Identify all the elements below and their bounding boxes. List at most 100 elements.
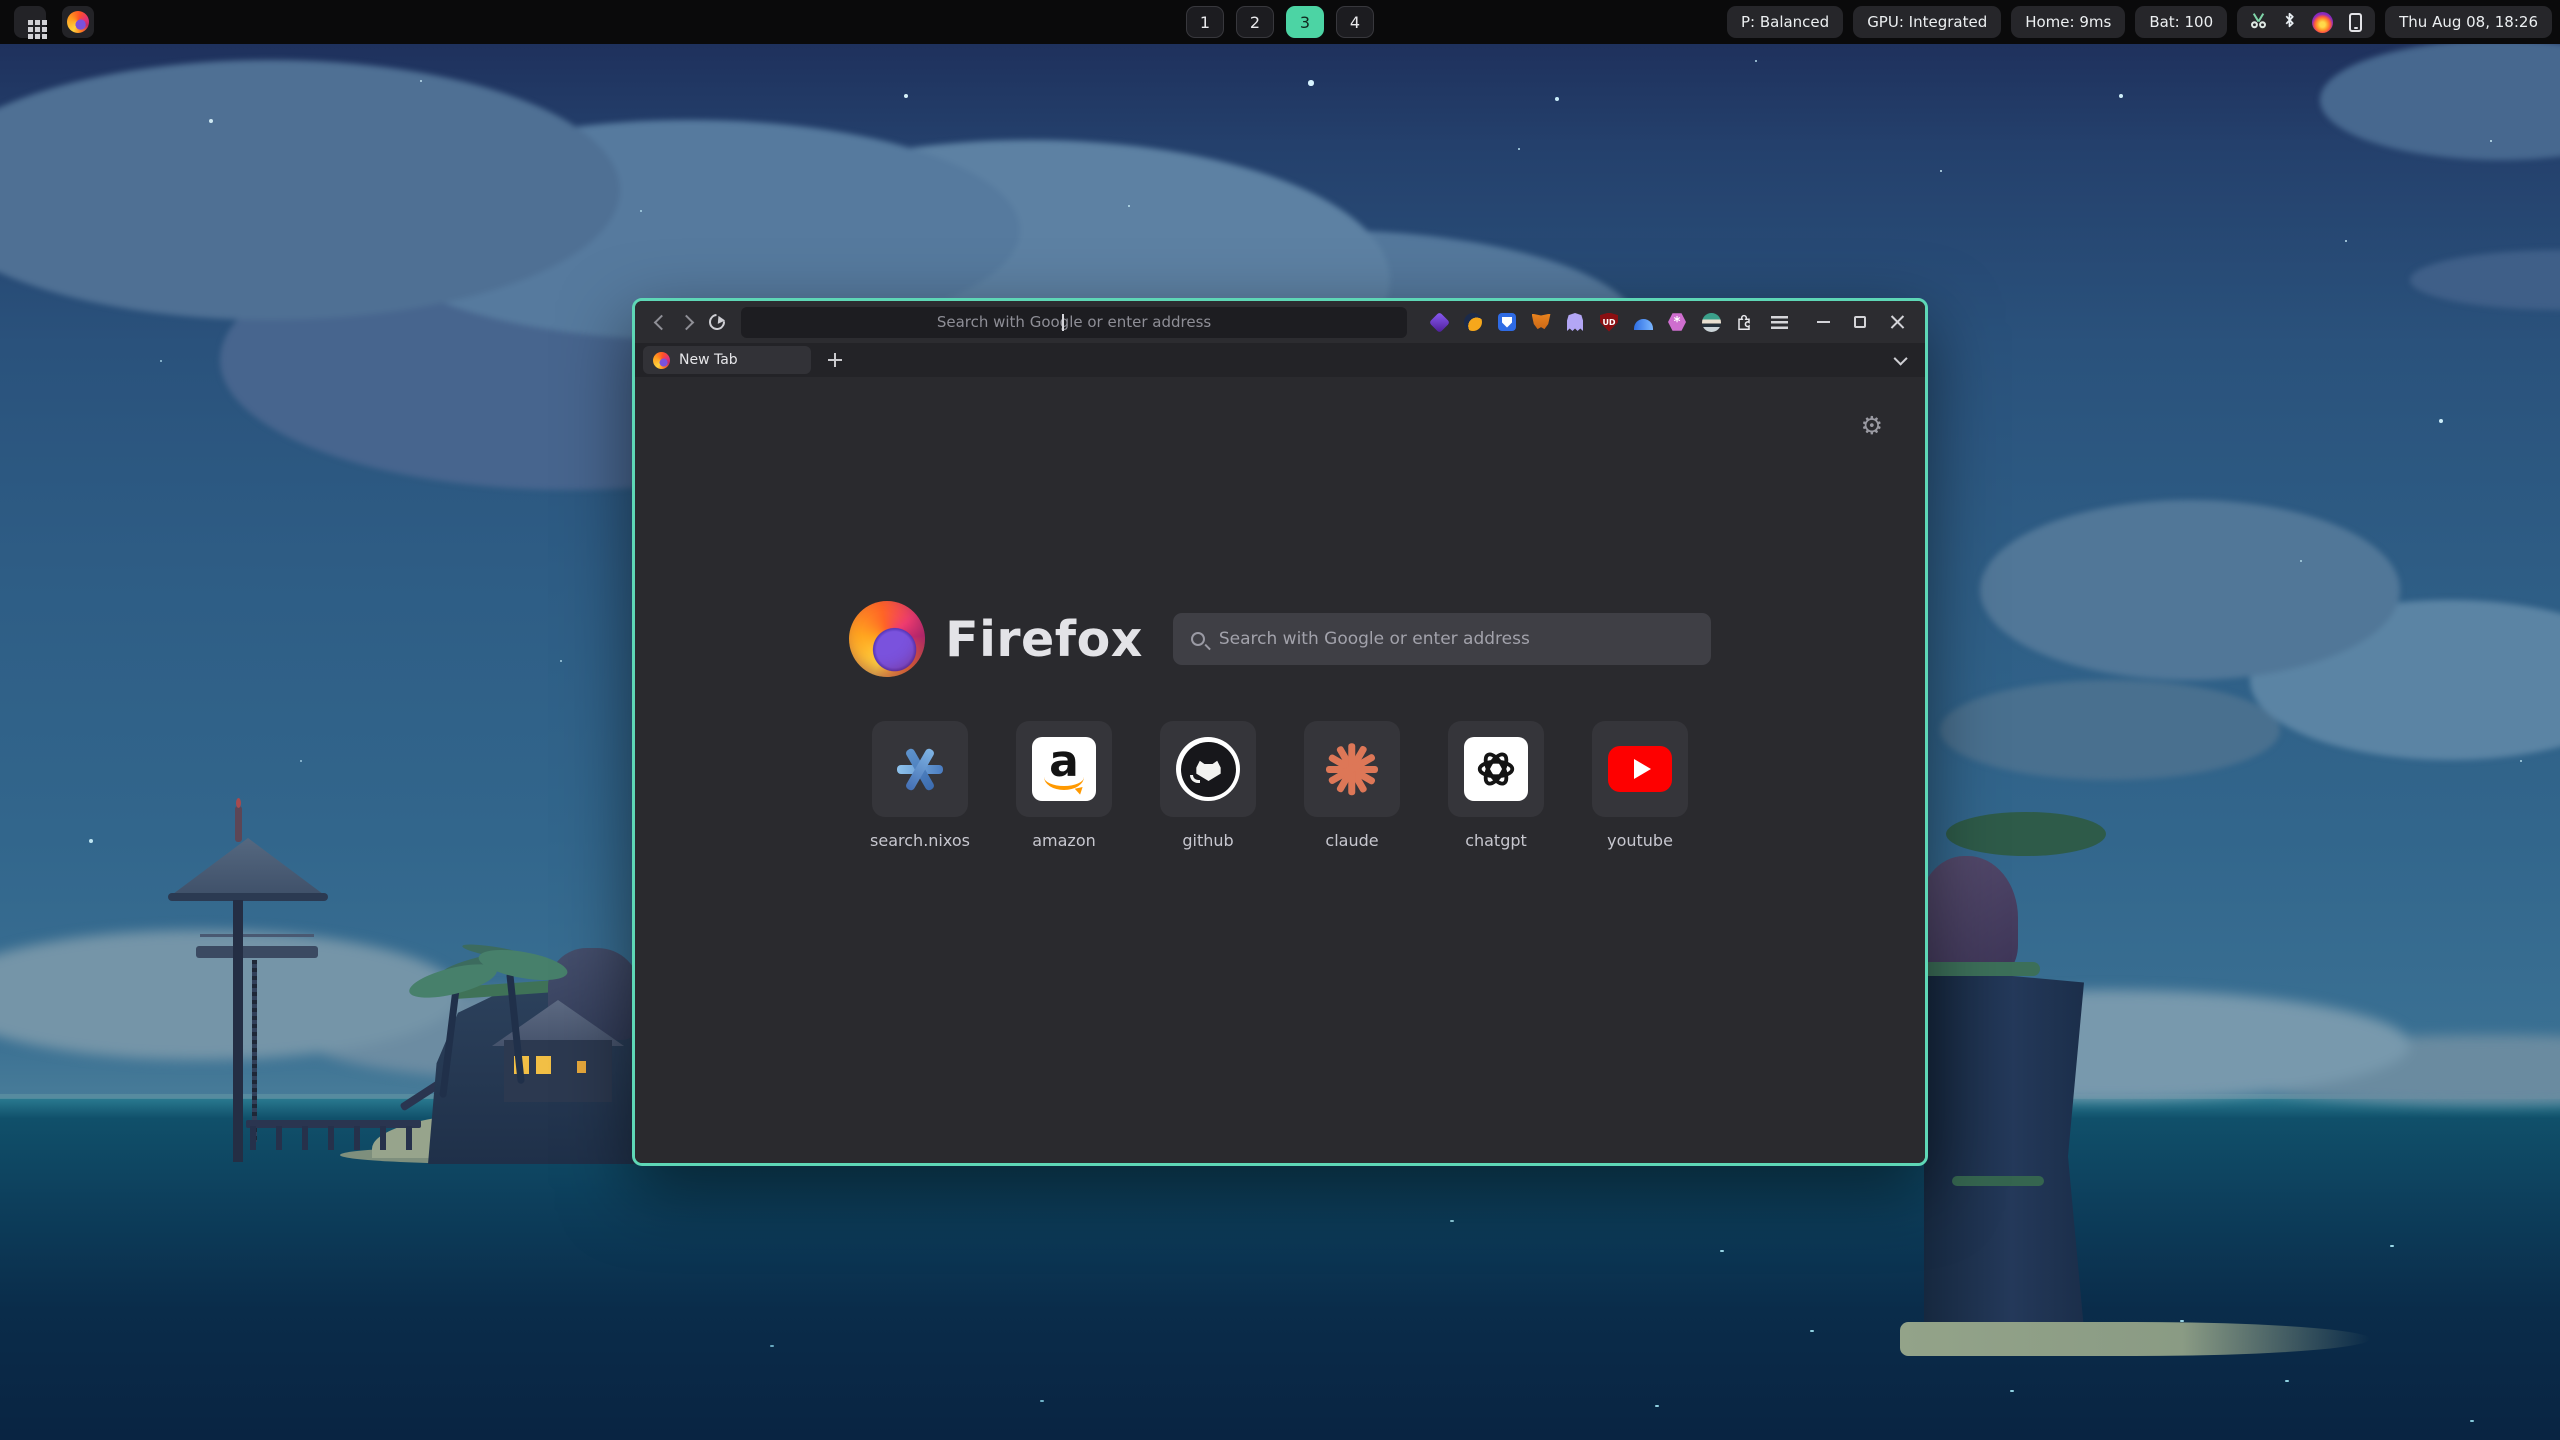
- gear-icon[interactable]: ⚙: [1861, 411, 1883, 440]
- newtab-search-placeholder: Search with Google or enter address: [1219, 629, 1530, 649]
- purple-diamond-extension-icon[interactable]: [1429, 312, 1449, 332]
- ghost-extension-icon[interactable]: [1565, 312, 1585, 332]
- bluetooth-icon[interactable]: [2283, 11, 2296, 33]
- ghost-icon: [1567, 313, 1583, 331]
- shortcut-label: github: [1182, 831, 1233, 850]
- reload-button[interactable]: [706, 307, 727, 337]
- right-cliff-moss: [1912, 962, 2040, 976]
- minimize-icon: [1817, 321, 1830, 323]
- watchtower-pole: [233, 900, 243, 1162]
- amazon-icon: a: [1032, 737, 1096, 801]
- right-beach: [1900, 1322, 2370, 1356]
- firefox-wordmark: Firefox: [945, 611, 1143, 668]
- watchtower-spire: [235, 806, 242, 842]
- maximize-icon: [1854, 316, 1866, 328]
- right-cliff-tree: [1946, 812, 2106, 856]
- tile[interactable]: [1448, 721, 1544, 817]
- close-icon: [1890, 315, 1905, 330]
- arc-icon: [1634, 319, 1653, 330]
- watchtower-rail: [200, 934, 314, 937]
- vpn-extension-icon[interactable]: [1633, 312, 1653, 332]
- diamond-icon: [1428, 311, 1449, 332]
- claude-starburst-icon: [1324, 741, 1380, 797]
- new-tab-button[interactable]: [821, 346, 849, 374]
- tile[interactable]: [872, 721, 968, 817]
- shortcut-label: claude: [1325, 831, 1378, 850]
- battery-status[interactable]: Bat: 100: [2135, 6, 2227, 38]
- back-icon: [654, 314, 670, 330]
- workspace-4[interactable]: 4: [1336, 6, 1374, 38]
- shortcut-label: chatgpt: [1465, 831, 1527, 850]
- ping-status[interactable]: Home: 9ms: [2011, 6, 2125, 38]
- tile[interactable]: [1160, 721, 1256, 817]
- content-blocker-extension-icon[interactable]: UD: [1599, 312, 1619, 332]
- clock[interactable]: Thu Aug 08, 18:26: [2385, 6, 2552, 38]
- flame-icon[interactable]: [2312, 12, 2333, 33]
- firefox-launcher-button[interactable]: [62, 6, 94, 38]
- shortcut-label: amazon: [1032, 831, 1096, 850]
- nixos-snowflake-icon: [892, 741, 948, 797]
- menu-button[interactable]: [1769, 312, 1789, 332]
- close-button[interactable]: [1890, 315, 1905, 330]
- hexagon-icon: *: [1668, 313, 1686, 332]
- minimize-button[interactable]: [1817, 321, 1830, 323]
- maximize-button[interactable]: [1854, 316, 1866, 328]
- back-button[interactable]: [649, 307, 670, 337]
- tile[interactable]: [1304, 721, 1400, 817]
- amazon-letter: a: [1049, 744, 1079, 779]
- text-caret: [1062, 314, 1064, 331]
- hexagon-extension-icon[interactable]: *: [1667, 312, 1687, 332]
- puzzle-icon: [1735, 312, 1755, 332]
- top-bar: 1 2 3 4 P: Balanced GPU: Integrated Home…: [0, 0, 2560, 44]
- extensions-button[interactable]: [1735, 312, 1755, 332]
- shortcut-chatgpt[interactable]: chatgpt: [1448, 721, 1544, 850]
- newtab-search-bar[interactable]: Search with Google or enter address: [1173, 613, 1711, 665]
- spy-icon: [1702, 313, 1721, 332]
- tile[interactable]: [1592, 721, 1688, 817]
- tile[interactable]: a: [1016, 721, 1112, 817]
- workspace-3-active[interactable]: 3: [1286, 6, 1324, 38]
- firefox-window: Search with Google or enter address UD *: [632, 298, 1928, 1166]
- pier-posts: [250, 1126, 418, 1150]
- reload-icon: [705, 311, 728, 334]
- shortcut-github[interactable]: github: [1160, 721, 1256, 850]
- app-grid-icon: [28, 20, 33, 25]
- dark-crescent-extension-icon[interactable]: [1463, 312, 1483, 332]
- password-manager-extension-icon[interactable]: [1497, 312, 1517, 332]
- cloud: [1980, 500, 2400, 680]
- fox-wallet-extension-icon[interactable]: [1531, 312, 1551, 332]
- shield-icon: [1498, 313, 1516, 331]
- amazon-smile-icon: [1044, 777, 1084, 790]
- workspace-2[interactable]: 2: [1236, 6, 1274, 38]
- spy-extension-icon[interactable]: [1701, 312, 1721, 332]
- system-tray: [2237, 6, 2375, 38]
- shortcut-label: youtube: [1607, 831, 1673, 850]
- phone-icon[interactable]: [2349, 13, 2362, 32]
- active-tab[interactable]: New Tab: [643, 346, 811, 374]
- forward-icon: [678, 314, 694, 330]
- newtab-hero: Firefox Search with Google or enter addr…: [635, 601, 1925, 677]
- app-launcher-button[interactable]: [14, 6, 46, 38]
- shortcut-amazon[interactable]: a amazon: [1016, 721, 1112, 850]
- shortcut-youtube[interactable]: youtube: [1592, 721, 1688, 850]
- forward-button[interactable]: [678, 307, 699, 337]
- scissors-icon[interactable]: [2250, 12, 2267, 33]
- right-cliff-moss: [1952, 1176, 2044, 1186]
- openai-knot-icon: [1464, 737, 1528, 801]
- shortcut-tiles: search.nixos a amazon: [635, 721, 1925, 850]
- tab-title: New Tab: [679, 352, 738, 368]
- watchtower-platform: [196, 946, 318, 958]
- browser-toolbar: Search with Google or enter address UD *: [635, 301, 1925, 343]
- workspace-1[interactable]: 1: [1186, 6, 1224, 38]
- shortcut-search-nixos[interactable]: search.nixos: [872, 721, 968, 850]
- url-placeholder: Search with Google or enter address: [937, 313, 1211, 331]
- url-bar[interactable]: Search with Google or enter address: [741, 307, 1407, 338]
- shortcut-claude[interactable]: claude: [1304, 721, 1400, 850]
- shortcut-label: search.nixos: [870, 831, 970, 850]
- power-profile-status[interactable]: P: Balanced: [1727, 6, 1843, 38]
- gpu-status[interactable]: GPU: Integrated: [1853, 6, 2001, 38]
- tab-list-chevron-icon[interactable]: [1894, 352, 1908, 366]
- tab-bar: New Tab: [635, 343, 1925, 377]
- firefox-logo: [849, 601, 925, 677]
- watchtower-roof-edge: [168, 893, 328, 901]
